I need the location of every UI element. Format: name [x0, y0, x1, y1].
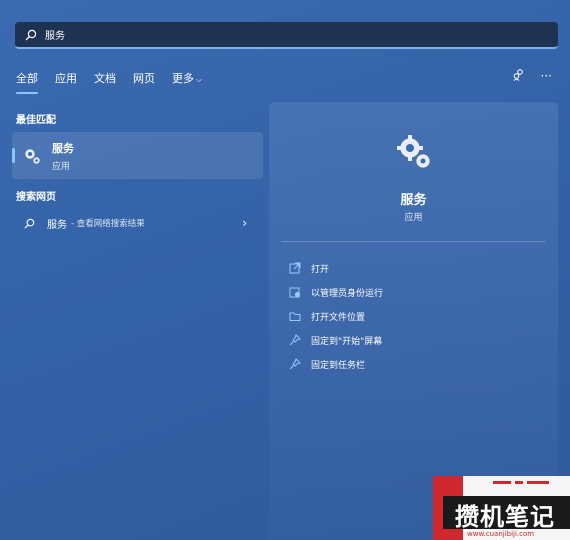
watermark-logo: 攒机笔记 www.cuanjibiji.com	[433, 476, 570, 540]
tab-web[interactable]: 网页	[133, 70, 155, 92]
pin-icon	[289, 334, 301, 346]
tab-documents[interactable]: 文档	[94, 70, 116, 92]
services-gear-icon	[24, 148, 41, 164]
services-gear-icon	[397, 135, 431, 169]
detail-divider	[281, 241, 546, 242]
search-web-heading: 搜索网页	[16, 192, 56, 203]
detail-actions: 打开 以管理员身份运行 打开文件位置 固定到"开始"屏幕 固定到任务栏	[289, 256, 383, 376]
best-match-type: 应用	[52, 161, 71, 172]
web-search-query: 服务	[47, 219, 67, 231]
chevron-right-icon[interactable]: ›	[242, 216, 247, 230]
chevron-down-icon: ⌵	[196, 75, 203, 84]
selection-indicator	[12, 148, 15, 163]
watermark-text: 攒机笔记	[455, 503, 555, 531]
action-open-file-location[interactable]: 打开文件位置	[289, 304, 383, 328]
web-search-hint: - 查看网络搜索结果	[71, 219, 145, 229]
pin-icon	[289, 358, 301, 370]
top-right-actions: ···	[512, 68, 552, 84]
detail-panel: 服务 应用 打开 以管理员身份运行 打开文件位置 固定到"开始"屏幕 固定到任务…	[269, 102, 558, 540]
account-switch-icon[interactable]	[512, 68, 525, 84]
more-options-icon[interactable]: ···	[541, 69, 552, 83]
best-match-item[interactable]: 服务 应用	[12, 132, 263, 179]
tab-all[interactable]: 全部	[16, 70, 38, 94]
search-icon	[25, 29, 37, 40]
open-icon	[289, 262, 301, 274]
filter-tabs: 全部 应用 文档 网页 更多 ⌵	[16, 70, 219, 94]
shield-icon	[289, 287, 301, 298]
best-match-name: 服务	[52, 141, 74, 155]
web-search-item[interactable]: 服务 - 查看网络搜索结果 ›	[12, 210, 263, 236]
detail-app-type: 应用	[404, 213, 423, 223]
action-pin-to-start[interactable]: 固定到"开始"屏幕	[289, 328, 383, 352]
action-run-as-admin[interactable]: 以管理员身份运行	[289, 280, 383, 304]
tab-more[interactable]: 更多 ⌵	[172, 70, 202, 92]
search-icon	[24, 218, 35, 229]
action-open[interactable]: 打开	[289, 256, 383, 280]
watermark-url: www.cuanjibiji.com	[467, 530, 535, 538]
folder-icon	[289, 312, 301, 321]
detail-app-name: 服务	[400, 193, 427, 208]
action-pin-to-taskbar[interactable]: 固定到任务栏	[289, 352, 383, 376]
search-input[interactable]	[45, 29, 525, 40]
best-match-heading: 最佳匹配	[16, 115, 56, 126]
tab-apps[interactable]: 应用	[55, 70, 77, 92]
search-box[interactable]	[15, 22, 558, 49]
